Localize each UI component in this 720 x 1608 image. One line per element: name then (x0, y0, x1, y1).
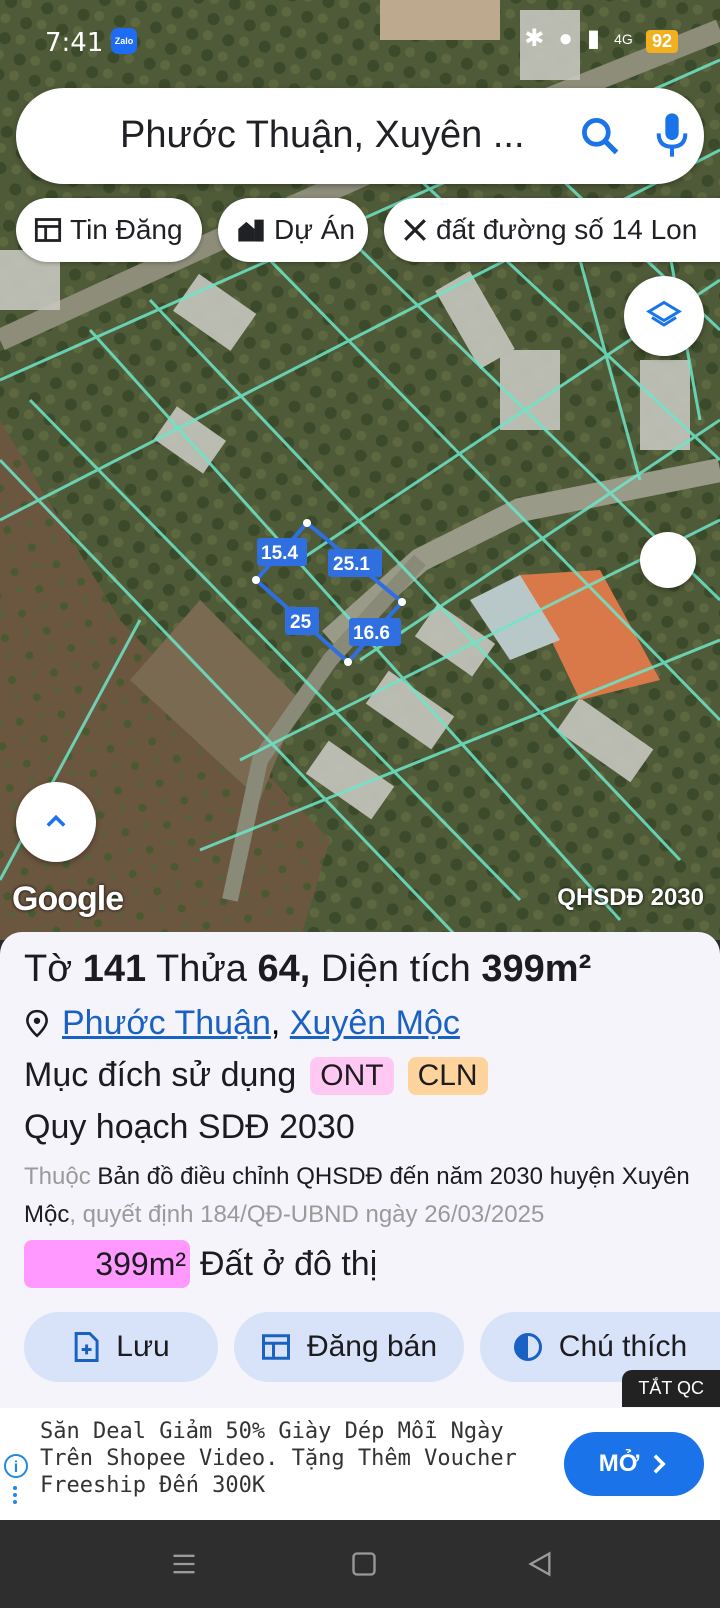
parcel-info-panel: Tờ 141 Thửa 64, Diện tích 399m² Phước Th… (0, 932, 720, 1412)
parcel-number: 64, (257, 948, 311, 990)
menu-icon[interactable] (170, 1550, 198, 1578)
ad-banner[interactable]: i Săn Deal Giảm 50% Giày Dép Mỗi Ngày Tr… (0, 1408, 720, 1520)
land-code-ont[interactable]: ONT (310, 1056, 394, 1095)
land-use-purpose: Mục đích sử dụng ONT CLN (24, 1056, 488, 1095)
chip-listings[interactable]: Tin Đăng (16, 198, 202, 262)
measure-label: 16.6 (353, 623, 390, 644)
listing-icon (34, 218, 62, 242)
location-pin-icon (26, 1009, 48, 1038)
chip-search-term[interactable]: đất đường số 14 Lon (384, 198, 720, 262)
district-link[interactable]: Xuyên Mộc (290, 1004, 460, 1043)
battery-level: 92 (645, 30, 678, 53)
search-bar[interactable]: Phước Thuận, Xuyên ... (16, 88, 704, 184)
close-ad-button[interactable]: TẮT QC (622, 1370, 720, 1407)
bluetooth-icon: ✱ (524, 25, 545, 52)
land-code-cln[interactable]: CLN (407, 1056, 488, 1095)
measure-label: 25 (290, 612, 312, 633)
plan-title: Quy hoạch SDĐ 2030 (24, 1108, 355, 1146)
post-for-sale-button[interactable]: Đăng bán (234, 1312, 464, 1382)
status-bar: 7:41 Zalo ✱ ● ▮ 4G ▮ 92 (0, 0, 720, 80)
ward-link[interactable]: Phước Thuận (62, 1004, 271, 1043)
more-icon[interactable] (13, 1484, 17, 1504)
location-icon: ● (558, 24, 573, 52)
measure-label: 15.4 (261, 543, 298, 564)
signal-icon: ▮ (586, 25, 601, 52)
sheet-number: 141 (82, 948, 147, 990)
search-input[interactable]: Phước Thuận, Xuyên ... (120, 114, 540, 157)
info-icon[interactable]: i (4, 1454, 28, 1478)
back-icon[interactable] (526, 1550, 554, 1578)
file-add-icon (74, 1331, 99, 1363)
plan-area-row: 399m² Đất ở đô thị (24, 1240, 377, 1288)
contrast-icon (513, 1333, 542, 1361)
system-nav-bar (0, 1520, 720, 1608)
chip-projects[interactable]: Dự Án (218, 198, 368, 262)
save-button[interactable]: Lưu (24, 1312, 218, 1382)
chevron-right-icon (653, 1454, 666, 1474)
plan-description: Thuộc Bản đồ điều chỉnh QHSDĐ đến năm 20… (24, 1163, 690, 1228)
ad-open-button[interactable]: MỞ (564, 1432, 704, 1496)
measure-label: 25.1 (333, 554, 370, 575)
map-layer-label: QHSDĐ 2030 (557, 884, 704, 911)
network-type: 4G (614, 30, 633, 47)
locate-button[interactable] (640, 532, 696, 588)
plan-area-label: Đất ở đô thị (200, 1244, 378, 1283)
layers-button[interactable] (624, 276, 704, 356)
parcel-area: 399m² (481, 948, 592, 990)
ad-text: Săn Deal Giảm 50% Giày Dép Mỗi Ngày Trên… (40, 1419, 517, 1498)
layers-icon (646, 300, 682, 327)
parcel-location: Phước Thuận, Xuyên Mộc (24, 1004, 460, 1043)
listing-icon (261, 1334, 290, 1360)
google-logo: Google (12, 880, 124, 918)
tools-icon (404, 219, 426, 241)
parcel-title: Tờ 141 Thửa 64, Diện tích 399m² (24, 948, 592, 990)
plan-area-value: 399m² (24, 1240, 190, 1288)
microphone-icon[interactable] (652, 110, 692, 160)
chevron-up-icon (46, 814, 66, 827)
buildings-icon (238, 219, 264, 242)
status-time: 7:41 (45, 28, 104, 58)
filter-chips: Tin Đăng Dự Án đất đường số 14 Lon (16, 198, 720, 262)
expand-panel-button[interactable] (16, 782, 96, 862)
search-icon[interactable] (578, 114, 622, 158)
zalo-icon: Zalo (111, 28, 137, 54)
home-icon[interactable] (350, 1550, 378, 1578)
